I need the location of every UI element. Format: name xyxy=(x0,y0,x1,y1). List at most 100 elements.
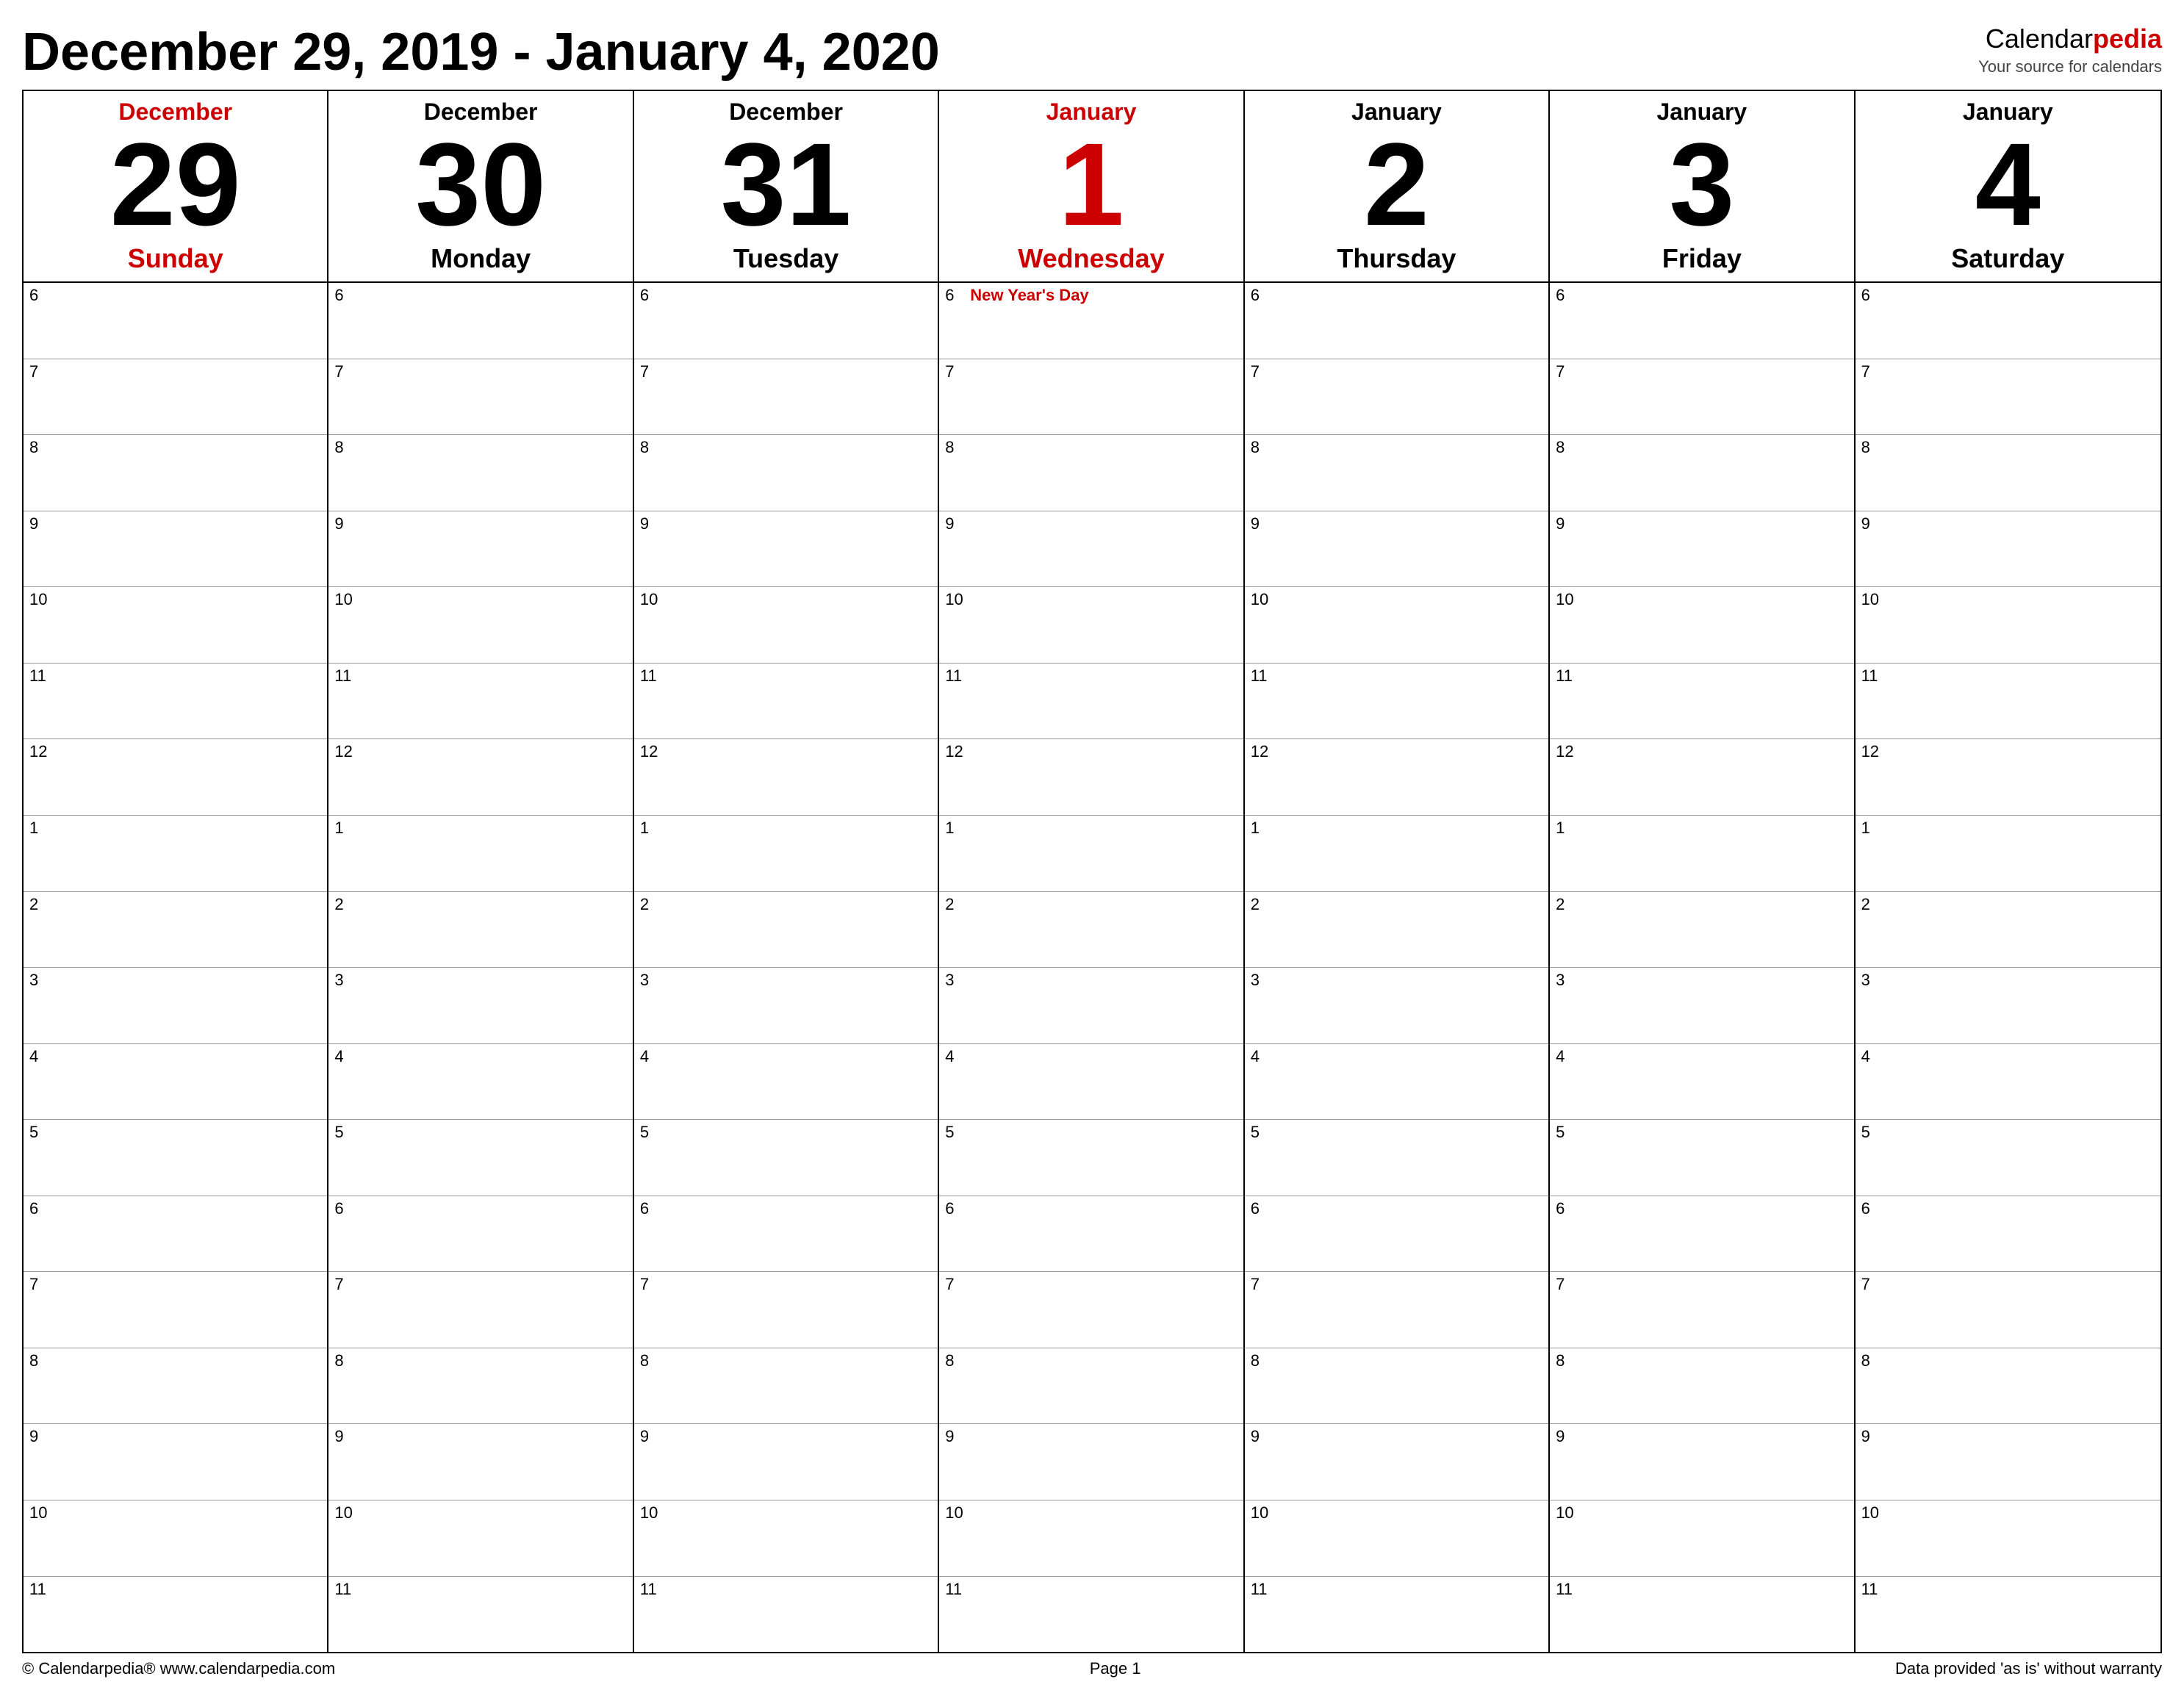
time-slot-dec29-6: 12 xyxy=(24,739,327,816)
time-slot-dec29-15: 9 xyxy=(24,1424,327,1500)
time-slot-dec31-6: 12 xyxy=(634,739,938,816)
time-label-dec29-2: 8 xyxy=(29,438,51,457)
time-label-jan3-2: 8 xyxy=(1556,438,1578,457)
time-label-dec30-13: 7 xyxy=(334,1275,356,1294)
time-label-jan4-4: 10 xyxy=(1861,590,1883,609)
time-label-dec29-16: 10 xyxy=(29,1503,51,1523)
time-slot-jan2-0: 6 xyxy=(1245,283,1548,359)
time-slot-jan3-13: 7 xyxy=(1550,1272,1853,1348)
time-slot-dec29-12: 6 xyxy=(24,1196,327,1273)
time-label-dec29-6: 12 xyxy=(29,742,51,761)
time-label-dec29-11: 5 xyxy=(29,1123,51,1142)
time-label-jan4-8: 2 xyxy=(1861,895,1883,914)
time-label-dec30-0: 6 xyxy=(334,286,356,305)
day-header-jan4: January4Saturday xyxy=(1856,91,2160,281)
day-number-jan4: 4 xyxy=(1867,126,2149,243)
time-slot-jan2-12: 6 xyxy=(1245,1196,1548,1273)
time-label-dec31-13: 7 xyxy=(640,1275,662,1294)
time-slot-dec29-11: 5 xyxy=(24,1120,327,1196)
time-label-jan3-15: 9 xyxy=(1556,1427,1578,1446)
time-label-jan4-15: 9 xyxy=(1861,1427,1883,1446)
day-header-jan1: January1Wednesday xyxy=(939,91,1244,281)
time-slot-jan3-8: 2 xyxy=(1550,892,1853,968)
time-slot-jan1-8: 2 xyxy=(939,892,1243,968)
time-label-dec31-16: 10 xyxy=(640,1503,662,1523)
time-slot-jan2-1: 7 xyxy=(1245,359,1548,436)
time-slot-jan3-1: 7 xyxy=(1550,359,1853,436)
time-label-jan1-0: 6 xyxy=(945,286,967,305)
day-name-jan1: Wednesday xyxy=(951,243,1231,274)
page-title: December 29, 2019 - January 4, 2020 xyxy=(22,22,940,82)
time-label-dec31-4: 10 xyxy=(640,590,662,609)
time-label-jan3-16: 10 xyxy=(1556,1503,1578,1523)
time-label-dec29-10: 4 xyxy=(29,1047,51,1066)
time-label-dec29-7: 1 xyxy=(29,819,51,838)
time-label-jan1-12: 6 xyxy=(945,1199,967,1218)
time-label-jan2-2: 8 xyxy=(1251,438,1273,457)
time-label-jan3-1: 7 xyxy=(1556,362,1578,381)
time-label-jan4-16: 10 xyxy=(1861,1503,1883,1523)
time-label-jan4-10: 4 xyxy=(1861,1047,1883,1066)
time-slot-jan2-6: 12 xyxy=(1245,739,1548,816)
time-label-dec30-4: 10 xyxy=(334,590,356,609)
day-name-jan4: Saturday xyxy=(1867,243,2149,274)
time-label-dec31-0: 6 xyxy=(640,286,662,305)
time-slot-dec30-9: 3 xyxy=(328,968,632,1044)
time-label-jan2-17: 11 xyxy=(1251,1580,1273,1599)
time-slot-jan2-8: 2 xyxy=(1245,892,1548,968)
day-number-jan3: 3 xyxy=(1562,126,1842,243)
time-label-dec29-8: 2 xyxy=(29,895,51,914)
time-label-dec30-1: 7 xyxy=(334,362,356,381)
time-label-jan1-2: 8 xyxy=(945,438,967,457)
time-slot-jan2-17: 11 xyxy=(1245,1577,1548,1653)
time-label-jan4-13: 7 xyxy=(1861,1275,1883,1294)
time-slot-dec30-7: 1 xyxy=(328,816,632,892)
day-column-jan1: 6New Year's Day7891011121234567891011 xyxy=(939,283,1244,1652)
time-slot-dec29-5: 11 xyxy=(24,664,327,740)
time-label-jan4-14: 8 xyxy=(1861,1351,1883,1370)
day-number-dec29: 29 xyxy=(35,126,315,243)
time-label-dec31-12: 6 xyxy=(640,1199,662,1218)
time-slot-jan3-11: 5 xyxy=(1550,1120,1853,1196)
time-slot-jan1-6: 12 xyxy=(939,739,1243,816)
time-slot-dec31-5: 11 xyxy=(634,664,938,740)
time-slot-jan1-0: 6New Year's Day xyxy=(939,283,1243,359)
time-slot-jan1-4: 10 xyxy=(939,587,1243,664)
time-label-jan4-7: 1 xyxy=(1861,819,1883,838)
time-label-dec30-17: 11 xyxy=(334,1580,356,1599)
calendar-page: December 29, 2019 - January 4, 2020 Cale… xyxy=(0,0,2184,1693)
time-label-jan3-8: 2 xyxy=(1556,895,1578,914)
time-slot-dec29-10: 4 xyxy=(24,1044,327,1121)
time-label-jan4-11: 5 xyxy=(1861,1123,1883,1142)
day-header-dec29: December29Sunday xyxy=(24,91,328,281)
time-slot-dec30-11: 5 xyxy=(328,1120,632,1196)
time-slot-jan1-3: 9 xyxy=(939,511,1243,588)
time-label-dec31-5: 11 xyxy=(640,666,662,686)
time-slot-jan3-5: 11 xyxy=(1550,664,1853,740)
time-slot-dec29-0: 6 xyxy=(24,283,327,359)
footer: © Calendarpedia® www.calendarpedia.com P… xyxy=(22,1653,2162,1678)
time-slot-dec31-15: 9 xyxy=(634,1424,938,1500)
time-slot-dec29-13: 7 xyxy=(24,1272,327,1348)
time-slot-dec31-10: 4 xyxy=(634,1044,938,1121)
time-slot-jan3-9: 3 xyxy=(1550,968,1853,1044)
time-label-jan2-0: 6 xyxy=(1251,286,1273,305)
time-label-jan3-14: 8 xyxy=(1556,1351,1578,1370)
time-slot-jan1-10: 4 xyxy=(939,1044,1243,1121)
time-slot-jan2-14: 8 xyxy=(1245,1348,1548,1425)
time-label-jan2-1: 7 xyxy=(1251,362,1273,381)
time-label-dec29-13: 7 xyxy=(29,1275,51,1294)
day-column-jan4: 67891011121234567891011 xyxy=(1856,283,2160,1652)
time-slot-dec29-7: 1 xyxy=(24,816,327,892)
footer-right: Data provided 'as is' without warranty xyxy=(1895,1659,2162,1678)
time-label-dec31-9: 3 xyxy=(640,971,662,990)
day-column-dec31: 67891011121234567891011 xyxy=(634,283,939,1652)
logo-area: Calendarpedia Your source for calendars xyxy=(1978,22,2162,77)
time-label-jan2-11: 5 xyxy=(1251,1123,1273,1142)
calendar-container: December29SundayDecember30MondayDecember… xyxy=(22,90,2162,1653)
day-name-jan3: Friday xyxy=(1562,243,1842,274)
time-label-dec29-14: 8 xyxy=(29,1351,51,1370)
time-slot-jan4-13: 7 xyxy=(1856,1272,2160,1348)
footer-left: © Calendarpedia® www.calendarpedia.com xyxy=(22,1659,335,1678)
time-slot-jan4-11: 5 xyxy=(1856,1120,2160,1196)
